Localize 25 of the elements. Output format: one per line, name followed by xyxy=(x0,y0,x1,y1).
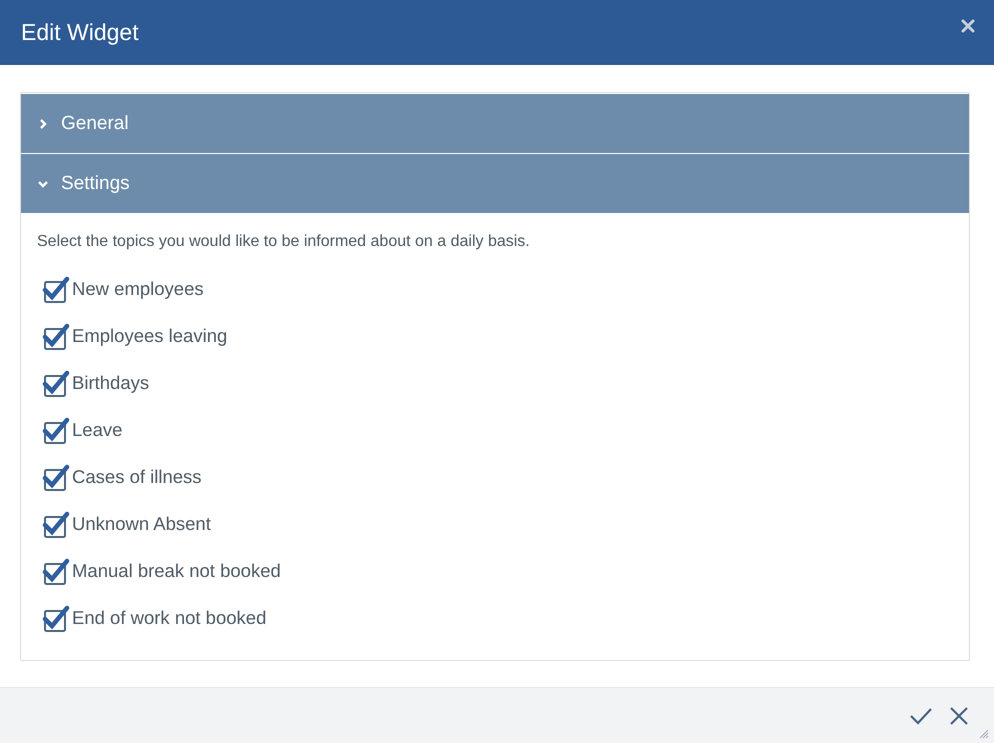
checkbox[interactable] xyxy=(42,274,70,302)
checkbox[interactable] xyxy=(42,462,70,490)
accordion-header[interactable]: General xyxy=(21,94,969,154)
checkbox-label: New employees xyxy=(72,278,204,300)
checkbox[interactable] xyxy=(42,604,70,632)
checkbox-label: End of work not booked xyxy=(72,606,266,628)
checkbox-label: Birthdays xyxy=(72,372,150,394)
checkbox[interactable] xyxy=(42,322,70,350)
checkbox-label: Cases of illness xyxy=(72,466,202,488)
close-button[interactable] xyxy=(961,19,975,33)
checkbox[interactable] xyxy=(42,416,70,444)
checkbox[interactable] xyxy=(42,556,70,584)
window-title: Edit Widget xyxy=(21,19,139,46)
resize-grip-icon[interactable] xyxy=(979,729,989,739)
checkbox[interactable] xyxy=(42,510,70,538)
checkbox[interactable] xyxy=(42,368,70,396)
checkbox-label: Employees leaving xyxy=(72,324,228,346)
chevron-right-icon xyxy=(37,118,49,130)
confirm-button[interactable] xyxy=(909,706,933,726)
accordion-header[interactable]: Settings xyxy=(21,154,969,214)
checkbox-label: Unknown Absent xyxy=(72,512,211,534)
checkbox-label: Manual break not booked xyxy=(72,560,281,582)
checkbox-label: Leave xyxy=(72,418,122,440)
cancel-button[interactable] xyxy=(949,706,969,726)
description-text: Select the topics you would like to be informed about on a daily basis. xyxy=(37,233,531,251)
